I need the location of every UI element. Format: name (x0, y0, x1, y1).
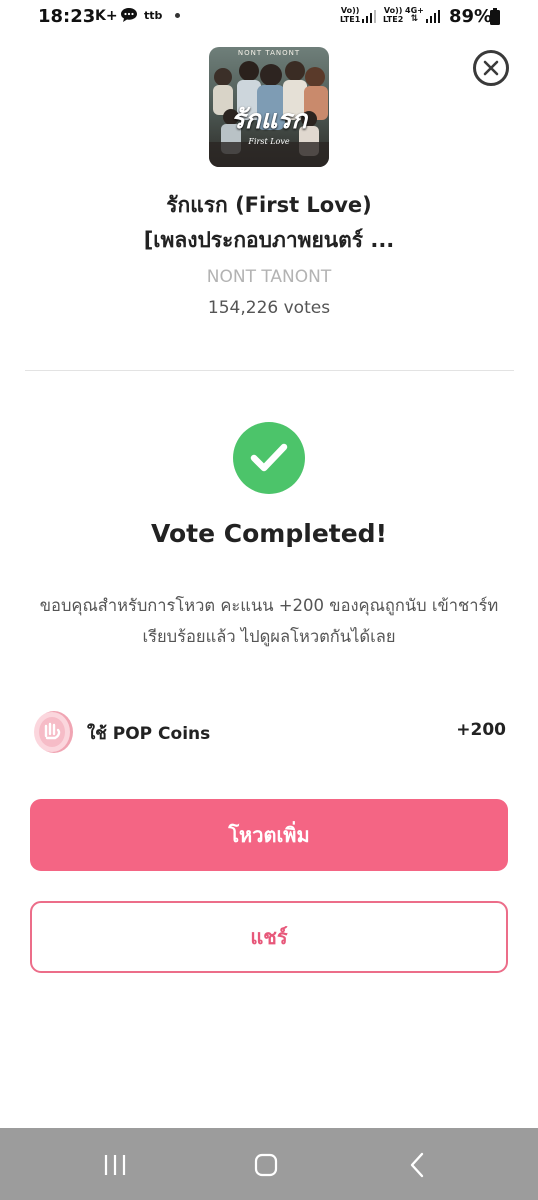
vote-completed-screen: 18:23 K+ ttb Vo)) LTE1 Vo)) LTE2 4G+ ⇅ 8… (0, 0, 538, 1200)
song-title-line2: [เพลงประกอบภาพยนตร์ ... (143, 228, 395, 252)
album-cover-image: NONT TANONT รักแรก First Love (209, 47, 329, 167)
vote-completed-title: Vote Completed! (151, 519, 387, 548)
ttb-icon: ttb (144, 9, 163, 22)
recent-apps-button[interactable] (100, 1150, 130, 1180)
chat-icon (121, 8, 137, 22)
battery-icon (490, 8, 500, 25)
pop-coins-value: +200 (456, 720, 506, 740)
home-button[interactable] (251, 1150, 281, 1180)
close-button[interactable] (473, 50, 509, 86)
song-title-line1: รักแรก (First Love) (166, 193, 372, 217)
home-icon (254, 1153, 278, 1177)
recent-apps-icon (104, 1155, 126, 1175)
check-circle-icon (233, 422, 305, 494)
4g-plus-icon: 4G+ ⇅ (405, 6, 424, 24)
navigation-bar (0, 1128, 538, 1200)
back-button[interactable] (402, 1150, 432, 1180)
status-time: 18:23 (38, 6, 96, 27)
cover-artist-text: NONT TANONT (237, 49, 301, 57)
pop-coin-icon (34, 711, 73, 753)
divider (25, 370, 514, 371)
volte-lte1-icon: Vo)) LTE1 (340, 6, 361, 24)
status-bar: 18:23 K+ ttb Vo)) LTE1 Vo)) LTE2 4G+ ⇅ 8… (0, 0, 538, 34)
notification-dot-icon (175, 13, 180, 18)
thank-you-message: ขอบคุณสำหรับการโหวต คะแนน +200 ของคุณถูก… (39, 596, 499, 646)
vote-more-button[interactable]: โหวตเพิ่ม (30, 799, 508, 871)
close-icon (483, 60, 499, 76)
share-button[interactable]: แชร์ (30, 901, 508, 973)
back-icon (410, 1152, 424, 1178)
artist-name: NONT TANONT (206, 267, 332, 287)
signal-icon (426, 10, 440, 23)
volte-lte2-icon: Vo)) LTE2 (383, 6, 404, 24)
cover-title-en: First Love (248, 137, 290, 146)
song-title: รักแรก (First Love) [เพลงประกอบภาพยนตร์ … (0, 188, 538, 258)
carrier-icon: K+ (95, 8, 118, 24)
pop-coins-label: ใช้ POP Coins (87, 724, 211, 744)
battery-percentage: 89% (449, 6, 493, 27)
signal-icon (362, 10, 376, 23)
vote-count: 154,226 votes (207, 298, 331, 318)
cover-title-thai: รักแรก (230, 105, 308, 135)
